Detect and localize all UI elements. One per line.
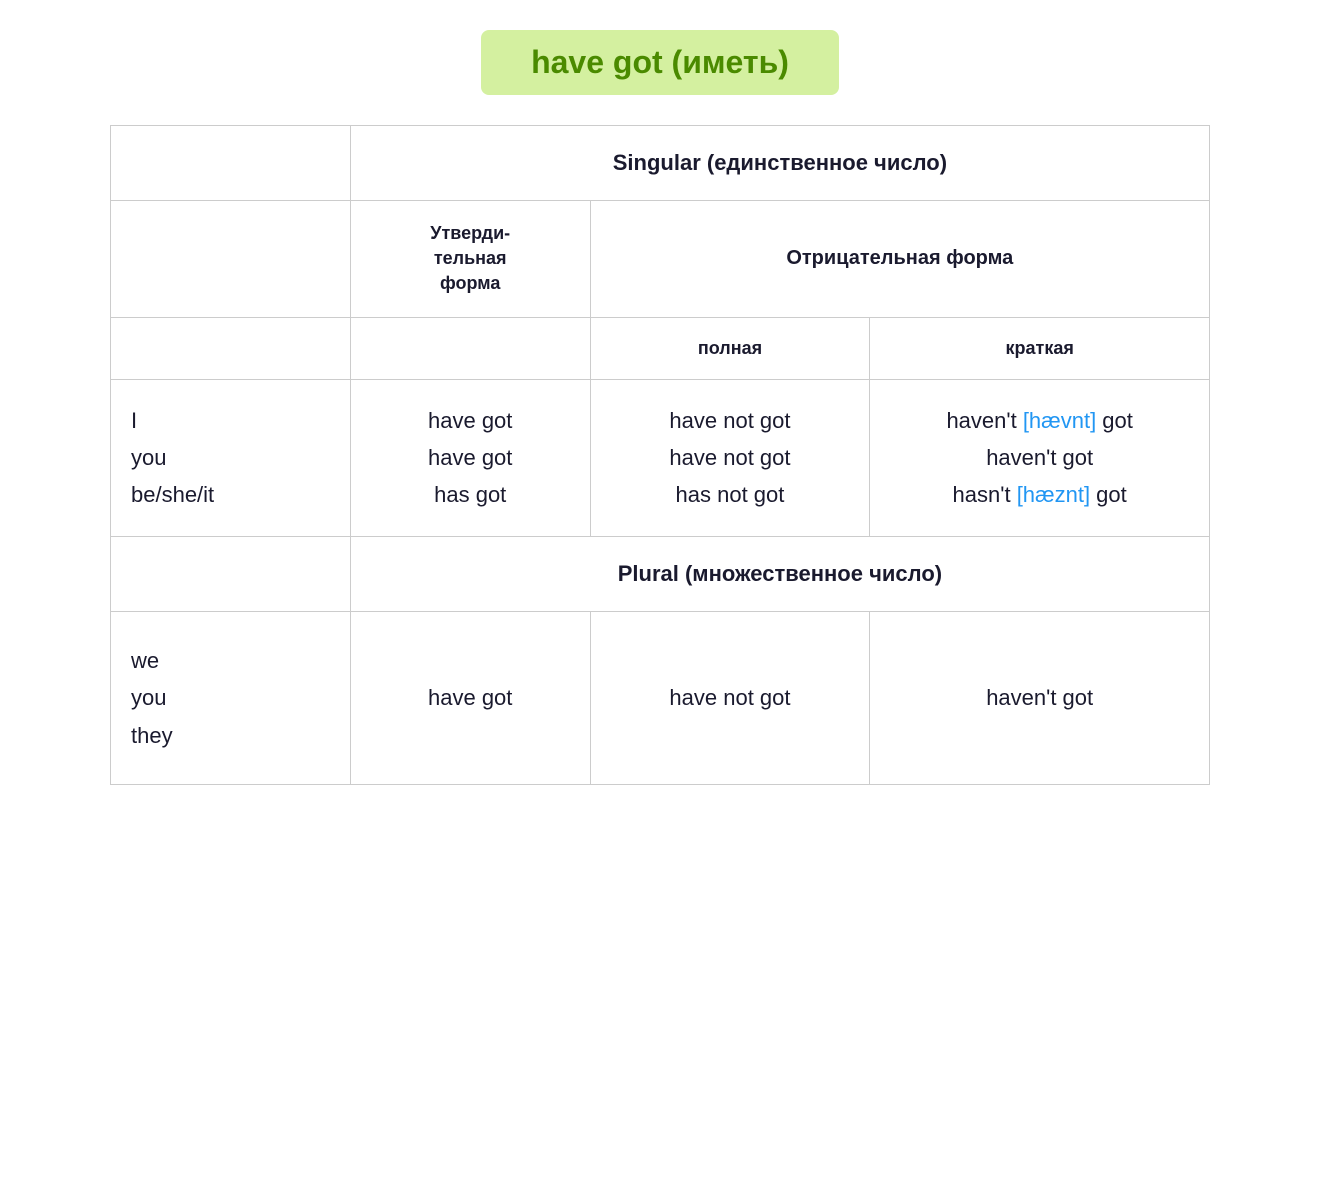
plural-polnaya-cell: have not got <box>590 611 870 784</box>
plural-pronouns-cell: weyouthey <box>111 611 351 784</box>
singular-short-cell: haven't [hævnt] got haven't got hasn't [… <box>870 379 1210 536</box>
sub-subheader-empty1 <box>111 317 351 379</box>
short-line3-phonetic: [hæznt] <box>1017 482 1090 507</box>
singular-header-row: Singular (единственное число) <box>111 126 1210 201</box>
plural-short-cell: haven't got <box>870 611 1210 784</box>
title-container: have got (иметь) <box>110 30 1210 95</box>
main-table: Singular (единственное число) Утверди-те… <box>110 125 1210 785</box>
kratkaya-header-cell: краткая <box>870 317 1210 379</box>
singular-header-cell: Singular (единственное число) <box>350 126 1209 201</box>
sub-subheader-row: полная краткая <box>111 317 1210 379</box>
plural-data-row: weyouthey have got have not got haven't … <box>111 611 1210 784</box>
plural-header-cell: Plural (множественное число) <box>350 536 1209 611</box>
subheader-empty-cell <box>111 201 351 318</box>
title-badge: have got (иметь) <box>481 30 839 95</box>
singular-empty-cell <box>111 126 351 201</box>
affirm-label: Утверди-тельнаяформа <box>430 223 510 293</box>
singular-polnaya-cell: have not gothave not gothas not got <box>590 379 870 536</box>
singular-data-row: Iyoube/she/it have gothave gothas got ha… <box>111 379 1210 536</box>
subheader-row: Утверди-тельнаяформа Отрицательная форма <box>111 201 1210 318</box>
singular-pronouns-cell: Iyoube/she/it <box>111 379 351 536</box>
short-line1-suffix: got <box>1096 408 1133 433</box>
plural-header-row: Plural (множественное число) <box>111 536 1210 611</box>
short-line2: haven't got <box>986 445 1093 470</box>
short-line1-phonetic: [hævnt] <box>1023 408 1096 433</box>
short-line1-prefix: haven't <box>946 408 1022 433</box>
short-line3-prefix: hasn't <box>953 482 1017 507</box>
short-line3-suffix: got <box>1090 482 1127 507</box>
affirm-header-cell: Утверди-тельнаяформа <box>350 201 590 318</box>
singular-affirm-cell: have gothave gothas got <box>350 379 590 536</box>
sub-subheader-empty2 <box>350 317 590 379</box>
plural-empty-cell <box>111 536 351 611</box>
negative-header-cell: Отрицательная форма <box>590 201 1209 318</box>
polnaya-header-cell: полная <box>590 317 870 379</box>
page-container: have got (иметь) Singular (единственное … <box>110 30 1210 785</box>
plural-affirm-cell: have got <box>350 611 590 784</box>
